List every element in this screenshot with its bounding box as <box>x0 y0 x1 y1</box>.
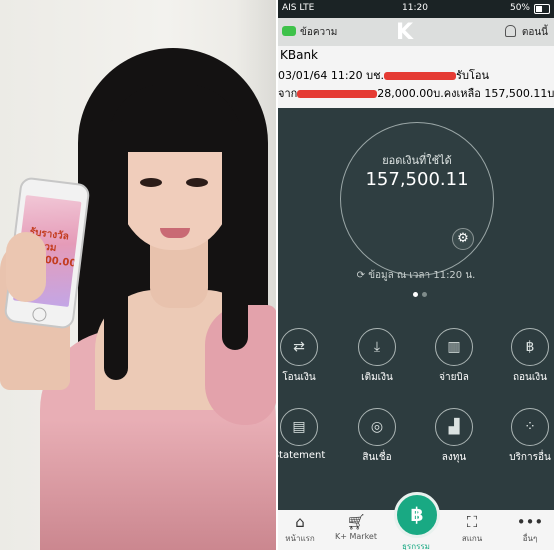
action-label: Statement <box>278 450 326 461</box>
action-label: เติมเงิน <box>361 372 393 383</box>
action-more-services[interactable]: ⁘ บริการอื่น <box>495 408 554 465</box>
sms-notification[interactable]: ข้อความ K ตอนนี้ KBank 03/01/64 11:20 บช… <box>278 18 554 108</box>
action-statement[interactable]: ▤ Statement <box>278 408 334 461</box>
hand <box>6 232 46 302</box>
status-bar: AIS LTE 11:20 50% <box>278 0 554 18</box>
topup-icon: ⤓ <box>358 328 396 366</box>
notification-line-2: จาก 28,000.00บ.คงเหลือ 157,500.11บ. <box>278 84 554 102</box>
page-dot-active <box>413 292 418 297</box>
notification-app-name: ข้อความ <box>300 27 338 38</box>
action-transfer[interactable]: ⇄ โอนเงิน <box>278 328 334 385</box>
bell-icon <box>505 25 516 37</box>
tab-home[interactable]: ⌂ หน้าแรก <box>278 510 326 545</box>
battery-percent: 50% <box>509 3 530 13</box>
barcode-icon: ▥ <box>435 328 473 366</box>
carrier-label: AIS LTE <box>282 3 315 13</box>
tab-label: หน้าแรก <box>285 534 315 543</box>
battery-icon <box>534 4 550 14</box>
page-dot <box>422 292 427 297</box>
page-indicator <box>410 292 430 298</box>
hair-strand-left <box>104 120 128 380</box>
tab-label: อื่นๆ <box>522 534 538 543</box>
document-icon: ▤ <box>280 408 318 446</box>
hair-strand-right <box>222 120 248 350</box>
tab-k-market[interactable]: 🛒︎ K+ Market <box>330 510 382 541</box>
balance-updated-label: ข้อมูล ณ เวลา 11:20 น. <box>368 270 476 281</box>
notification-line-2-start: จาก <box>278 87 298 100</box>
notification-time: ตอนนี้ <box>521 27 548 38</box>
notification-line-1-end: รับโอน <box>456 69 489 82</box>
gear-icon[interactable]: ⚙ <box>452 228 474 250</box>
action-label: จ่ายบิล <box>439 372 469 383</box>
balance-value: 157,500.11 <box>365 169 469 190</box>
action-label: ถอนเงิน <box>512 372 548 383</box>
left-eye <box>140 178 162 187</box>
loan-icon: ◎ <box>358 408 396 446</box>
tab-label: K+ Market <box>335 532 377 541</box>
tab-scan[interactable]: ⛶ สแกน <box>446 510 498 545</box>
redaction-sender <box>297 90 378 98</box>
home-icon: ⌂ <box>295 513 305 531</box>
photo-panel: รับรางวัลรวม 28,000.00 <box>0 0 276 550</box>
redaction-account <box>384 72 457 80</box>
scan-icon: ⛶ <box>466 513 478 531</box>
banking-app-screen: AIS LTE 11:20 50% ข้อความ K ตอนนี้ KBank… <box>278 0 554 550</box>
balance-circle[interactable]: ยอดเงินที่ใช้ได้ 157,500.11 <box>340 122 494 276</box>
balance-updated-time: ⟳ ข้อมูล ณ เวลา 11:20 น. <box>278 268 554 283</box>
invest-chart-icon: ▟ <box>435 408 473 446</box>
more-services-icon: ⁘ <box>511 408 549 446</box>
action-topup[interactable]: ⤓ เติมเงิน <box>342 328 412 385</box>
status-time: 11:20 <box>402 3 428 13</box>
baht-icon[interactable]: ฿ <box>394 492 440 538</box>
withdraw-icon: ฿ <box>511 328 549 366</box>
right-eye <box>186 178 208 187</box>
transfer-icon: ⇄ <box>280 328 318 366</box>
message-icon <box>282 26 296 36</box>
tab-label: สแกน <box>461 534 483 543</box>
action-loan[interactable]: ◎ สินเชื่อ <box>342 408 412 465</box>
action-withdraw[interactable]: ฿ ถอนเงิน <box>495 328 554 385</box>
dress-shadow <box>40 420 276 550</box>
notification-header: ข้อความ K ตอนนี้ <box>278 18 554 46</box>
refresh-icon[interactable]: ⟳ <box>357 270 369 281</box>
action-label: สินเชื่อ <box>362 452 392 463</box>
basket-icon: 🛒︎ <box>346 513 366 531</box>
notification-line-2-end: 28,000.00บ.คงเหลือ 157,500.11บ. <box>377 87 554 100</box>
kbank-logo-icon: K <box>396 20 414 45</box>
action-label: โอนเงิน <box>282 372 316 383</box>
action-invest[interactable]: ▟ ลงทุน <box>419 408 489 465</box>
tab-transactions[interactable]: ธุรกรรม <box>390 540 442 550</box>
action-label: บริการอื่น <box>509 452 551 463</box>
more-dots-icon: ••• <box>516 513 544 531</box>
action-label: ลงทุน <box>441 452 467 463</box>
notification-line-1: 03/01/64 11:20 บช. รับโอน <box>278 66 489 84</box>
notification-line-1-start: 03/01/64 11:20 บช. <box>278 69 385 82</box>
tab-more[interactable]: ••• อื่นๆ <box>504 510 554 545</box>
balance-label: ยอดเงินที่ใช้ได้ <box>382 154 452 167</box>
notification-title: KBank <box>280 48 319 62</box>
action-pay-bill[interactable]: ▥ จ่ายบิล <box>419 328 489 385</box>
home-button <box>31 306 48 323</box>
